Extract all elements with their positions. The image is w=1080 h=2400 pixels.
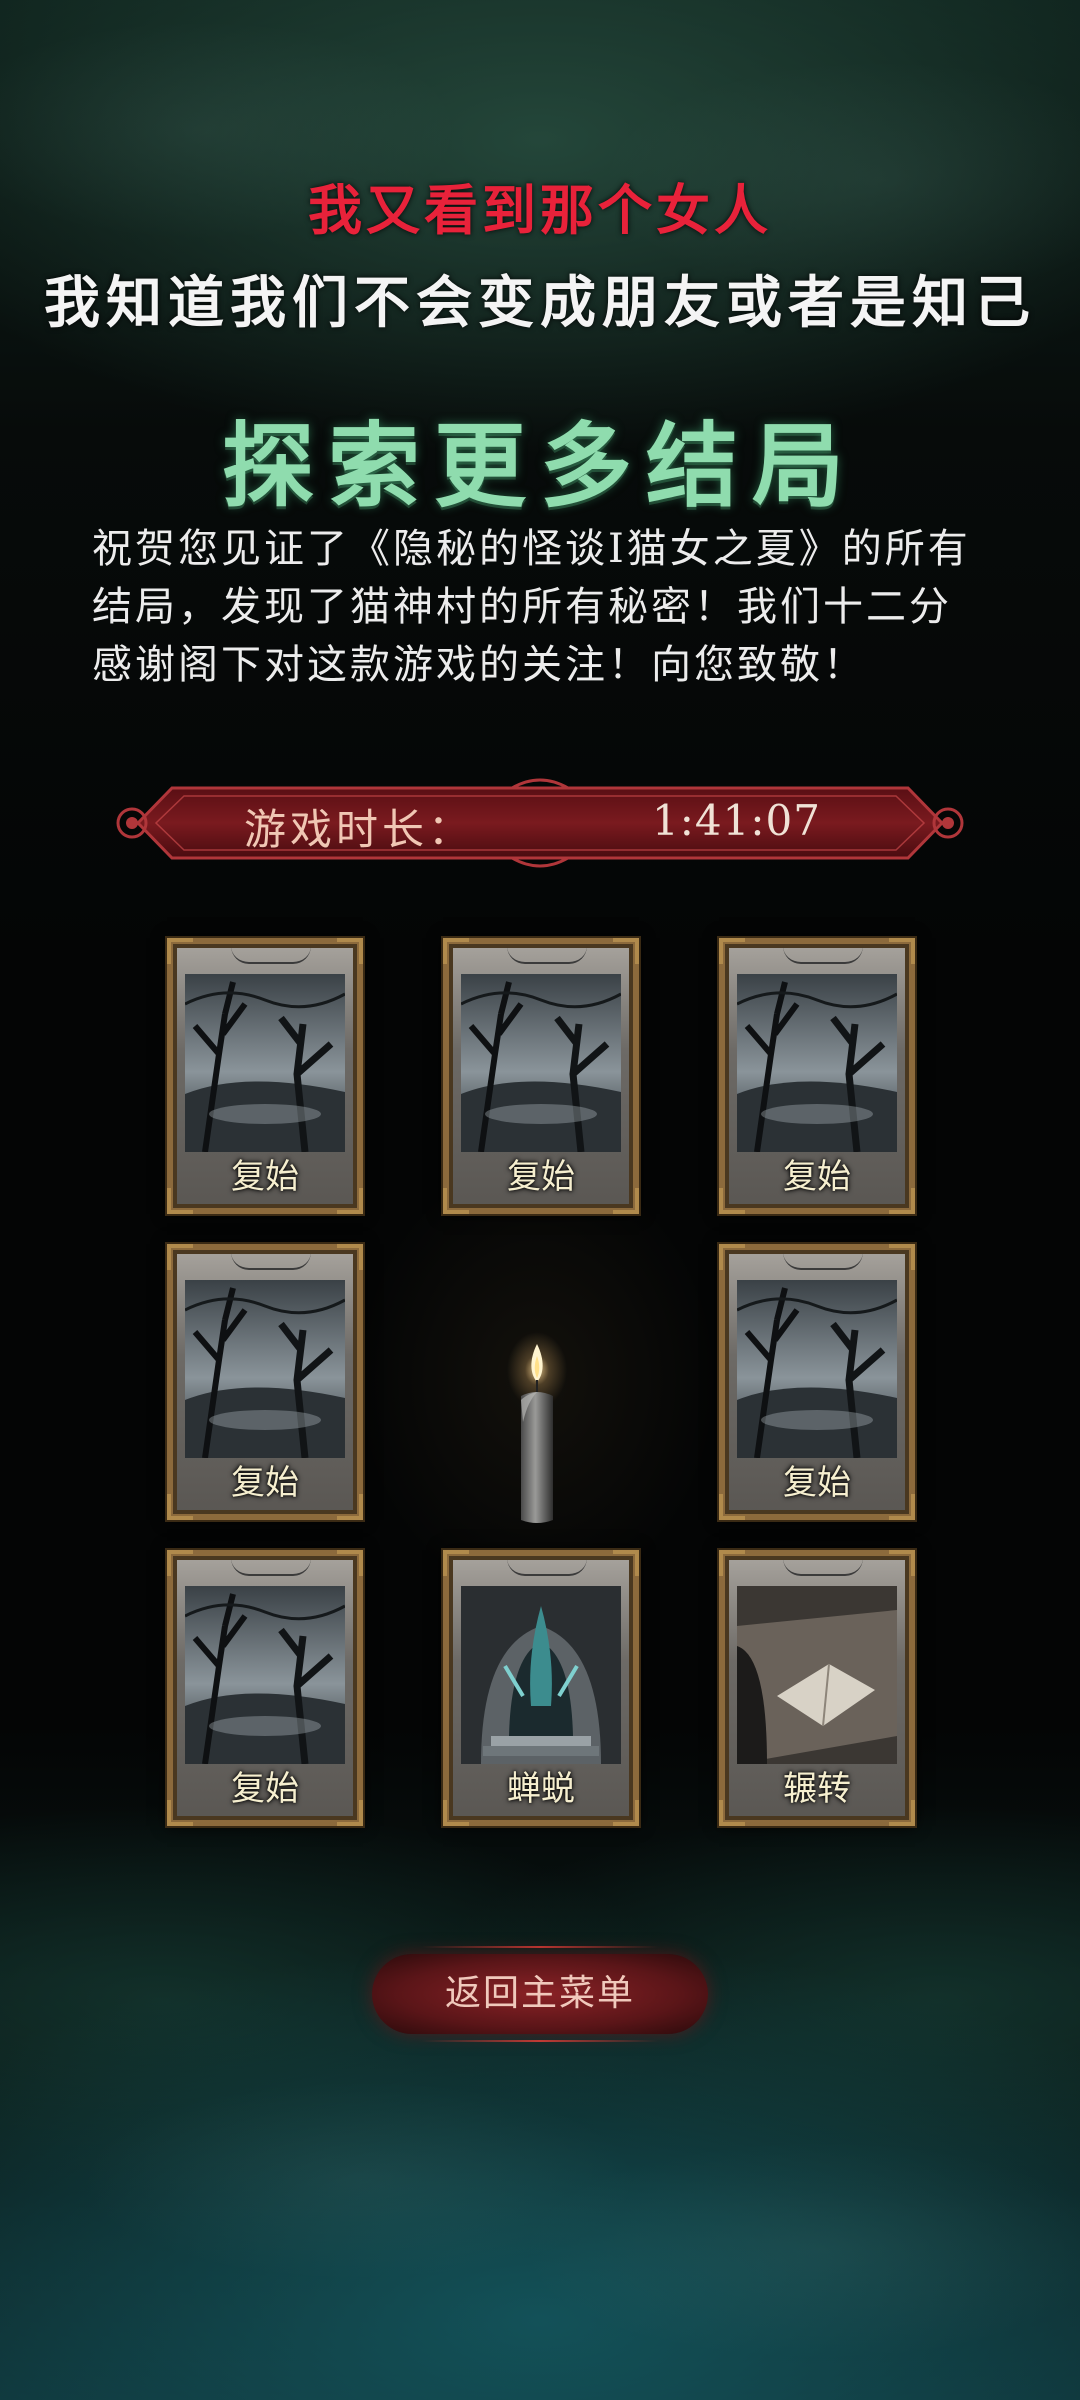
ending-label: 复始 [231,1769,299,1809]
playtime-label: 游戏时长： [244,805,475,854]
frame-corner [337,1550,363,1576]
ending-label: 复始 [783,1157,851,1197]
ending-label: 复始 [231,1157,299,1197]
section-title: 探索更多结局 [221,412,858,520]
ending-label: 复始 [507,1157,575,1197]
button-divider [422,1946,658,1948]
frame-corner [889,938,915,964]
frame-corner [613,938,639,964]
ending-gallery-screen: 我又看到那个女人 我知道我们不会变成朋友或者是知己 探索更多结局 祝贺您见证了《… [0,0,1080,2400]
frame-corner [613,1550,639,1576]
ending-card[interactable]: 辗转 [717,1548,917,1828]
frame-ornament [783,1252,863,1270]
frame-corner [443,938,469,964]
frame-corner [337,938,363,964]
candle-icon [497,1330,577,1530]
forest-icon [185,1586,345,1764]
ending-card[interactable]: 复始 [165,1548,365,1828]
frame-corner [167,938,193,964]
frame-ornament [783,946,863,964]
frame-ornament [231,1558,311,1576]
forest-icon [737,1280,897,1458]
frame-corner [443,1550,469,1576]
playtime-value: 1:41:07 [652,796,821,845]
frame-ornament [507,946,587,964]
frame-corner [167,1244,193,1270]
ending-label: 复始 [231,1463,299,1503]
frame-ornament [231,946,311,964]
smoke-wisp [520,2140,1080,2360]
frame-ornament [507,1558,587,1576]
story-line-white: 我知道我们不会变成朋友或者是知己 [44,270,1036,336]
return-main-menu-label: 返回主菜单 [444,1973,635,2014]
cocoon-icon [461,1586,621,1764]
forest-icon [737,974,897,1152]
button-divider [422,2040,658,2042]
ending-card[interactable]: 复始 [717,1242,917,1522]
frame-ornament [783,1558,863,1576]
return-main-menu-button[interactable]: 返回主菜单 [372,1946,708,2042]
story-line-red: 我又看到那个女人 [308,178,772,242]
frame-ornament [231,1252,311,1270]
ending-label: 辗转 [783,1769,851,1809]
ending-card[interactable]: 复始 [717,936,917,1216]
playtime-banner: 游戏时长： 1:41:07 [112,778,968,868]
ending-card[interactable]: 复始 [165,936,365,1216]
ending-card[interactable]: 蝉蜕 [441,1548,641,1828]
congratulations-text: 祝贺您见证了《隐秘的怪谈I猫女之夏》的所有结局，发现了猫神村的所有秘密！我们十二… [92,526,971,688]
book-icon [737,1586,897,1764]
forest-icon [461,974,621,1152]
frame-corner [167,1550,193,1576]
ornate-ribbon-icon [116,778,964,868]
frame-corner [719,1550,745,1576]
forest-icon [185,1280,345,1458]
ending-label: 复始 [783,1463,851,1503]
smoke-wisp [80,2080,640,2280]
ending-card[interactable]: 复始 [441,936,641,1216]
frame-corner [719,938,745,964]
ending-card[interactable]: 复始 [165,1242,365,1522]
frame-corner [719,1244,745,1270]
frame-corner [337,1244,363,1270]
forest-icon [185,974,345,1152]
ending-label: 蝉蜕 [507,1769,575,1809]
frame-corner [889,1550,915,1576]
frame-corner [889,1244,915,1270]
